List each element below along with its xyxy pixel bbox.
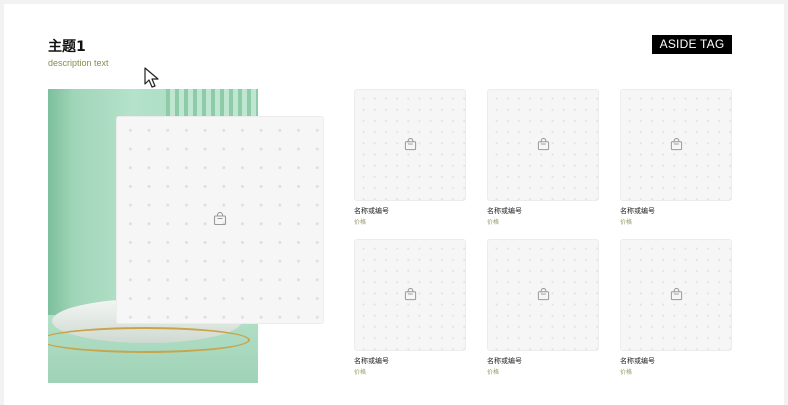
product-name[interactable]: 名称或编号 [620,356,655,366]
shopping-bag-icon [404,287,417,306]
shopping-bag-icon [537,287,550,306]
product-name[interactable]: 名称或编号 [487,206,522,216]
shopping-bag-icon [537,137,550,156]
hero-gold-ring [48,327,250,353]
hero-column [48,89,74,324]
product-card-image[interactable] [620,89,732,201]
product-card-image[interactable] [487,89,599,201]
product-price: 价格 [354,369,367,376]
featured-product-placeholder[interactable] [116,116,324,324]
shopping-bag-icon [213,212,227,226]
shopping-bag-icon [404,137,417,156]
shopping-bag-icon [670,137,683,156]
product-name[interactable]: 名称或编号 [620,206,655,216]
product-name[interactable]: 名称或编号 [354,356,389,366]
product-card-image[interactable] [487,239,599,351]
product-price: 价格 [487,219,500,226]
product-card-image[interactable] [354,89,466,201]
product-price: 价格 [487,369,500,376]
page-title: 主题1 [48,39,86,55]
product-card-image[interactable] [354,239,466,351]
page-description: description text [48,58,109,68]
aside-tag-button[interactable]: ASIDE TAG [652,35,732,54]
product-price: 价格 [620,369,633,376]
shopping-bag-icon [670,287,683,306]
product-price: 价格 [620,219,633,226]
product-name[interactable]: 名称或编号 [354,206,389,216]
product-price: 价格 [354,219,367,226]
product-card-image[interactable] [620,239,732,351]
product-name[interactable]: 名称或编号 [487,356,522,366]
mouse-pointer-icon [144,67,159,88]
